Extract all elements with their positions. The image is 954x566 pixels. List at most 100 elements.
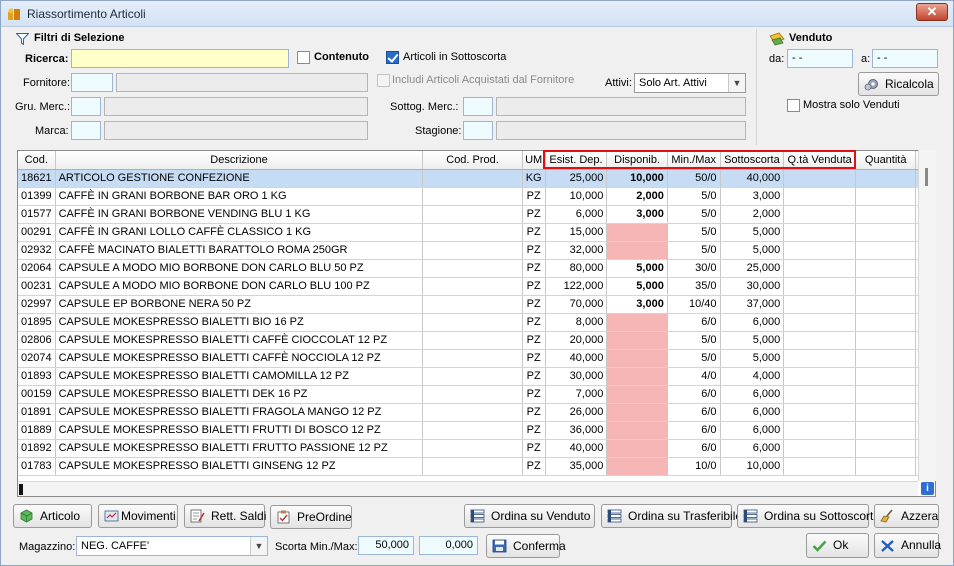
col-cod-prod-cell <box>422 349 523 368</box>
header-quantita[interactable]: Quantità <box>855 151 917 170</box>
col-quantita-cell[interactable] <box>855 277 917 296</box>
header-cod[interactable]: Cod. <box>18 151 56 170</box>
mostra-venduti-checkbox[interactable] <box>787 99 800 112</box>
close-button[interactable]: ✕ <box>916 3 948 21</box>
col-descrizione-cell: CAPSULE A MODO MIO BORBONE DON CARLO BLU… <box>55 277 424 296</box>
table-row[interactable]: 01577 CAFFÈ IN GRANI BORBONE VENDING BLU … <box>18 205 935 224</box>
a-date-input[interactable]: - - <box>872 49 938 68</box>
table-row[interactable]: 01399 CAFFÈ IN GRANI BORBONE BAR ORO 1 KG… <box>18 187 935 206</box>
ok-button[interactable]: Ok <box>806 533 869 558</box>
annulla-button[interactable]: Annulla <box>874 533 941 558</box>
col-qta-venduta-cell <box>783 367 857 386</box>
scorta-min-input[interactable]: 50,000 <box>358 536 414 555</box>
col-cod-cell: 00231 <box>18 277 56 296</box>
table-row[interactable]: 02932 CAFFÈ MACINATO BIALETTI BARATTOLO R… <box>18 241 935 260</box>
col-um-cell: PZ <box>522 439 546 458</box>
marca-code-input[interactable] <box>71 121 101 140</box>
horizontal-scroll-thumb[interactable] <box>19 484 23 495</box>
fornitore-code-input[interactable] <box>71 73 113 92</box>
table-row[interactable]: 01891 CAPSULE MOKESPRESSO BIALETTI FRAGOL… <box>18 403 935 422</box>
ordina-trasferibile-button[interactable]: Ordina su Trasferibile <box>601 504 742 528</box>
gru-merc-desc-field <box>104 97 368 116</box>
ok-label: Ok <box>833 538 849 552</box>
table-row[interactable]: 01893 CAPSULE MOKESPRESSO BIALETTI CAMOMI… <box>18 367 935 386</box>
magazzino-select[interactable]: NEG. CAFFE' ▼ <box>76 536 268 556</box>
attivi-select[interactable]: Solo Art. Attivi ▼ <box>634 73 746 93</box>
sottog-merc-code-input[interactable] <box>463 97 493 116</box>
contenuto-checkbox[interactable] <box>297 51 310 64</box>
ricerca-input[interactable] <box>71 49 289 68</box>
conferma-button[interactable]: Conferma <box>486 534 566 558</box>
col-quantita-cell[interactable] <box>855 169 917 188</box>
col-quantita-cell[interactable] <box>855 457 917 476</box>
col-quantita-cell[interactable] <box>855 259 917 278</box>
table-row[interactable]: 00291 CAFFÈ IN GRANI LOLLO CAFFÈ CLASSICO… <box>18 223 935 242</box>
preordine-button[interactable]: PreOrdine <box>270 505 352 529</box>
col-quantita-cell[interactable] <box>855 349 917 368</box>
scorta-max-input[interactable]: 0,000 <box>419 536 478 555</box>
includi-checkbox[interactable] <box>377 74 390 87</box>
col-quantita-cell[interactable] <box>855 367 917 386</box>
da-date-input[interactable]: - - <box>787 49 853 68</box>
info-icon[interactable]: i <box>921 482 934 495</box>
col-cod-prod-cell <box>422 169 523 188</box>
col-cod-cell: 02064 <box>18 259 56 278</box>
table-row[interactable]: 02074 CAPSULE MOKESPRESSO BIALETTI CAFFÈ … <box>18 349 935 368</box>
table-row[interactable]: 18621 ARTICOLO GESTIONE CONFEZIONE KG 25,00… <box>18 169 935 188</box>
azzera-button[interactable]: Azzera <box>874 504 939 528</box>
table-row[interactable]: 02997 CAPSULE EP BORBONE NERA 50 PZ PZ 70,0… <box>18 295 935 314</box>
col-um-cell: PZ <box>522 367 546 386</box>
table-row[interactable]: 01892 CAPSULE MOKESPRESSO BIALETTI FRUTTO… <box>18 439 935 458</box>
header-cod-prod[interactable]: Cod. Prod. <box>422 151 523 170</box>
gru-merc-code-input[interactable] <box>71 97 101 116</box>
col-quantita-cell[interactable] <box>855 223 917 242</box>
col-quantita-cell[interactable] <box>855 421 917 440</box>
rett-saldi-button[interactable]: Rett. Saldi <box>184 504 267 528</box>
mostra-venduti-label: Mostra solo Venduti <box>803 99 900 111</box>
table-row[interactable]: 01895 CAPSULE MOKESPRESSO BIALETTI BIO 16… <box>18 313 935 332</box>
col-quantita-cell[interactable] <box>855 439 917 458</box>
table-row[interactable]: 01889 CAPSULE MOKESPRESSO BIALETTI FRUTTI… <box>18 421 935 440</box>
col-quantita-cell[interactable] <box>855 187 917 206</box>
sottoscorta-checkbox[interactable] <box>386 51 399 64</box>
col-cod-prod-cell <box>422 403 523 422</box>
broom-icon <box>880 509 893 523</box>
horizontal-scrollbar[interactable] <box>18 481 918 496</box>
col-quantita-cell[interactable] <box>855 385 917 404</box>
col-qta-venduta-cell <box>783 421 857 440</box>
header-um[interactable]: UM <box>522 151 546 170</box>
table-row[interactable]: 00159 CAPSULE MOKESPRESSO BIALETTI DEK 16… <box>18 385 935 404</box>
col-quantita-cell[interactable] <box>855 403 917 422</box>
stagione-desc-field <box>496 121 746 140</box>
col-cod-cell: 01577 <box>18 205 56 224</box>
col-cod-cell: 00159 <box>18 385 56 404</box>
col-quantita-cell[interactable] <box>855 313 917 332</box>
vertical-scroll-thumb[interactable] <box>925 168 928 186</box>
table-row[interactable]: 00231 CAPSULE A MODO MIO BORBONE DON CARL… <box>18 277 935 296</box>
ordina-sottoscorta-button[interactable]: Ordina su Sottoscorta <box>737 504 880 528</box>
ordina-venduto-button[interactable]: Ordina su Venduto <box>464 504 595 528</box>
col-quantita-cell[interactable] <box>855 295 917 314</box>
col-quantita-cell[interactable] <box>855 241 917 260</box>
filters-title: Filtri di Selezione <box>34 32 125 44</box>
rett-saldi-label: Rett. Saldi <box>211 509 267 523</box>
marca-label: Marca: <box>35 125 69 137</box>
col-quantita-cell[interactable] <box>855 205 917 224</box>
col-esist-dep-cell: 122,000 <box>545 277 608 296</box>
col-qta-venduta-cell <box>783 187 857 206</box>
movimenti-button[interactable]: Movimenti <box>98 504 178 528</box>
stagione-code-input[interactable] <box>463 121 493 140</box>
col-esist-dep-cell: 10,000 <box>545 187 608 206</box>
col-quantita-cell[interactable] <box>855 331 917 350</box>
col-esist-dep-cell: 6,000 <box>545 205 608 224</box>
ricalcola-button[interactable]: Ricalcola <box>858 72 939 96</box>
vertical-scrollbar[interactable] <box>918 150 936 481</box>
table-row[interactable]: 02064 CAPSULE A MODO MIO BORBONE DON CARL… <box>18 259 935 278</box>
header-descrizione[interactable]: Descrizione <box>55 151 424 170</box>
table-row[interactable]: 02806 CAPSULE MOKESPRESSO BIALETTI CAFFÈ … <box>18 331 935 350</box>
articles-table: Cod. Descrizione Cod. Prod. UM Esist. Dep. Di… <box>18 151 935 476</box>
table-row[interactable]: 01783 CAPSULE MOKESPRESSO BIALETTI GINSEN… <box>18 457 935 476</box>
sottog-merc-desc-field <box>496 97 746 116</box>
col-esist-dep-cell: 32,000 <box>545 241 608 260</box>
articolo-button[interactable]: Articolo <box>13 504 92 528</box>
